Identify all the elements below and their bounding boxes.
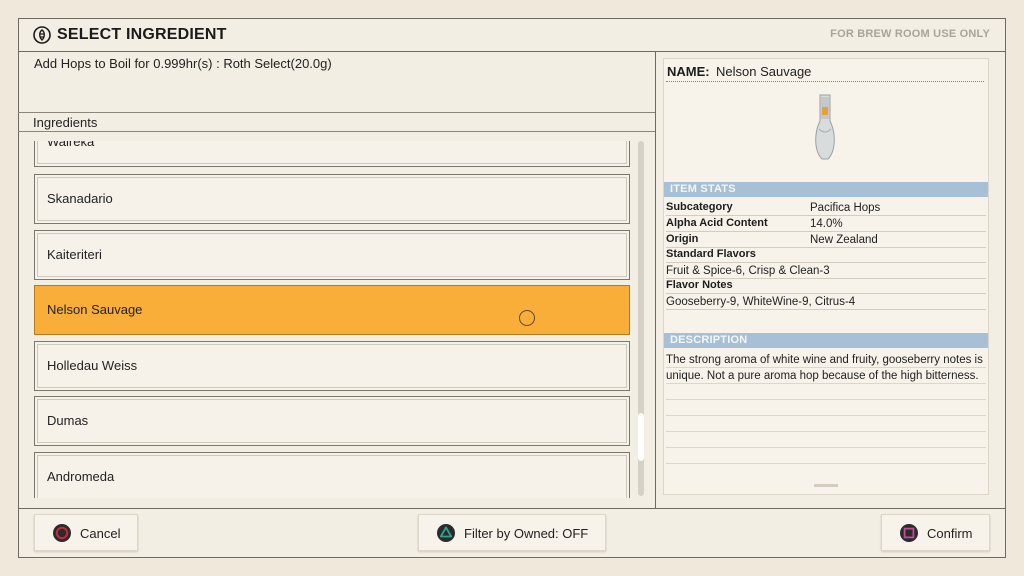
ingredients-header-label: Ingredients [33, 115, 98, 130]
confirm-label: Confirm [927, 526, 973, 541]
stat-label: Alpha Acid Content [666, 217, 768, 229]
circle-button-icon [53, 524, 71, 542]
page-title: SELECT INGREDIENT [57, 26, 227, 43]
stat-label: Flavor Notes [666, 279, 733, 291]
ingredient-item-label: Nelson Sauvage [47, 302, 143, 317]
ingredient-details-card: NAME: Nelson Sauvage ITEM STATS Subcateg… [663, 58, 989, 495]
hop-cone-icon [33, 26, 51, 44]
list-scrollbar[interactable] [638, 141, 644, 496]
stat-label: Subcategory [666, 201, 733, 213]
stat-value: Fruit & Spice-6, Crisp & Clean-3 [666, 265, 830, 277]
ingredient-list[interactable]: Waireka Skanadario Kaiteriteri Nelson Sa… [34, 141, 632, 498]
filter-owned-button[interactable]: Filter by Owned: OFF [418, 514, 606, 551]
confirm-button[interactable]: Confirm [881, 514, 990, 551]
stat-value: Pacifica Hops [810, 202, 881, 214]
page-indicator [814, 484, 838, 487]
stat-row-standard-flavors-value: Fruit & Spice-6, Crisp & Clean-3 [666, 263, 986, 279]
cancel-button[interactable]: Cancel [34, 514, 138, 551]
ingredient-item-label: Andromeda [47, 469, 115, 484]
ingredient-item-label: Holledau Weiss [47, 358, 138, 373]
ingredient-item-label: Kaiteriteri [47, 247, 102, 262]
rule-line [666, 463, 986, 464]
ingredient-item-andromeda[interactable]: Andromeda [34, 452, 630, 498]
name-value: Nelson Sauvage [716, 64, 812, 79]
stat-row-flavor-notes-label: Flavor Notes [666, 278, 986, 294]
stat-row-origin: Origin New Zealand [666, 232, 986, 248]
rule-line [666, 415, 986, 416]
ingredient-item-label: Skanadario [47, 191, 113, 206]
square-button-icon [900, 524, 918, 542]
triangle-button-icon [437, 524, 455, 542]
footer-divider [18, 508, 1006, 509]
hop-pellet-bag-icon [815, 94, 835, 160]
cancel-label: Cancel [80, 526, 121, 541]
item-stats-title: ITEM STATS [670, 183, 736, 195]
stat-row-standard-flavors-label: Standard Flavors [666, 247, 986, 263]
filter-owned-label: Filter by Owned: OFF [464, 526, 589, 541]
list-scrollbar-thumb[interactable] [638, 413, 644, 461]
name-divider [666, 81, 984, 82]
title-bar: SELECT INGREDIENT FOR BREW ROOM USE ONLY [18, 18, 1006, 52]
stat-label: Origin [666, 233, 699, 245]
ingredient-item-dumas[interactable]: Dumas [34, 396, 630, 446]
ingredient-item-label: Waireka [47, 141, 95, 149]
recipe-instruction: Add Hops to Boil for 0.999hr(s) : Roth S… [34, 56, 332, 71]
ingredient-item-kaiteriteri[interactable]: Kaiteriteri [34, 230, 630, 280]
ingredient-selection-pane: Add Hops to Boil for 0.999hr(s) : Roth S… [18, 51, 656, 509]
description-title: DESCRIPTION [670, 334, 748, 346]
ingredient-item-nelson-sauvage[interactable]: Nelson Sauvage [34, 285, 630, 335]
ingredient-item-label: Dumas [47, 413, 89, 428]
ingredient-item-skanadario[interactable]: Skanadario [34, 174, 630, 224]
description-header: DESCRIPTION [664, 333, 988, 348]
item-stats-header: ITEM STATS [664, 182, 988, 197]
stat-row-alpha-acid: Alpha Acid Content 14.0% [666, 216, 986, 232]
stat-value: 14.0% [810, 218, 843, 230]
ingredients-header: Ingredients [18, 112, 655, 132]
stat-value: Gooseberry-9, WhiteWine-9, Citrus-4 [666, 296, 856, 308]
stat-label: Standard Flavors [666, 248, 756, 260]
name-label: NAME: [667, 64, 710, 79]
name-row: NAME: Nelson Sauvage [664, 59, 988, 83]
rule-line [666, 399, 986, 400]
rule-line [666, 431, 986, 432]
brew-room-note: FOR BREW ROOM USE ONLY [830, 28, 990, 40]
ingredient-item-holledau-weiss[interactable]: Holledau Weiss [34, 341, 630, 391]
description-text: The strong aroma of white wine and fruit… [666, 354, 983, 382]
stat-row-subcategory: Subcategory Pacifica Hops [666, 200, 986, 216]
stat-row-flavor-notes-value: Gooseberry-9, WhiteWine-9, Citrus-4 [666, 294, 986, 310]
stat-value: New Zealand [810, 234, 878, 246]
cursor-circle-icon [519, 310, 535, 326]
ingredient-item-waireka[interactable]: Waireka [34, 141, 630, 167]
rule-line [666, 447, 986, 448]
